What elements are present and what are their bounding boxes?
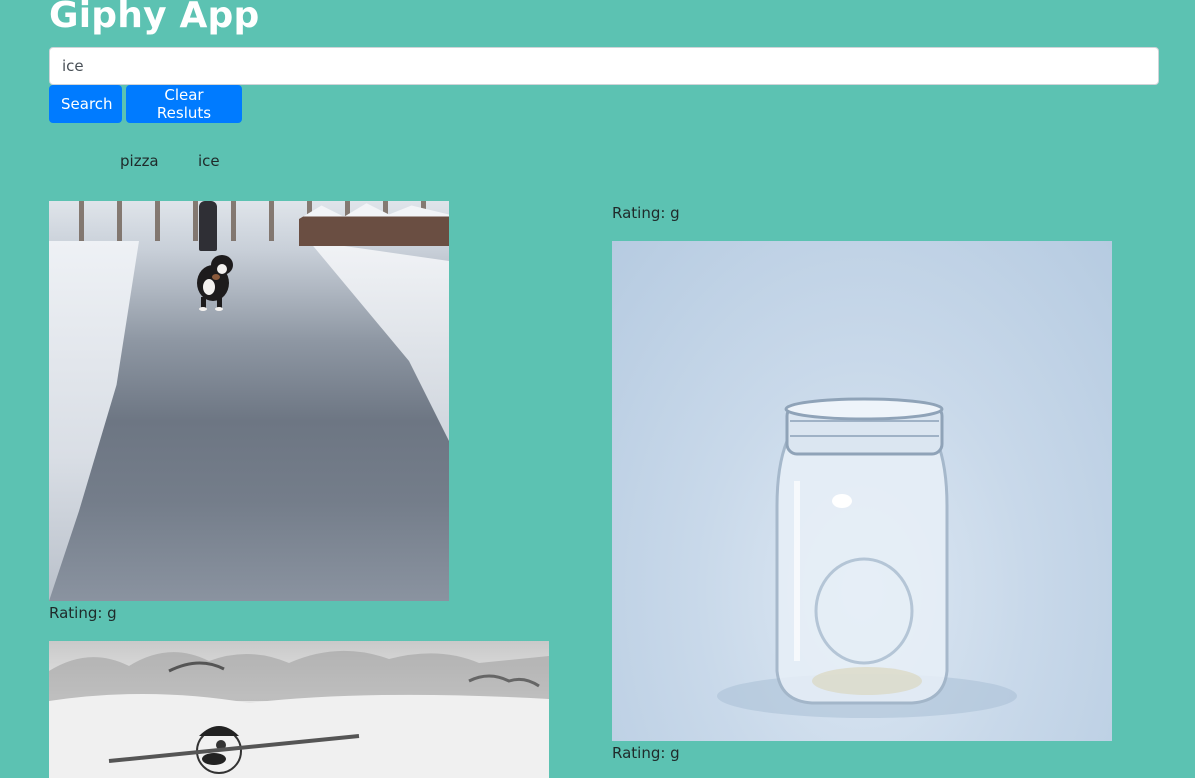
gif-rating: Rating: g — [49, 604, 117, 622]
history-item-pizza[interactable]: pizza — [120, 152, 159, 170]
gif-rating: Rating: g — [612, 744, 680, 762]
search-input[interactable] — [49, 47, 1159, 85]
app-title: Giphy App — [49, 0, 260, 36]
gif-image-cartoon-sketch[interactable] — [49, 641, 549, 778]
search-button[interactable]: Search — [49, 85, 122, 123]
gif-image-dog-on-ice[interactable] — [49, 201, 449, 601]
gif-rating: Rating: g — [612, 204, 680, 222]
gif-image-mason-jar[interactable] — [612, 241, 1112, 741]
clear-results-button[interactable]: Clear Resluts — [126, 85, 242, 123]
history-item-ice[interactable]: ice — [198, 152, 220, 170]
